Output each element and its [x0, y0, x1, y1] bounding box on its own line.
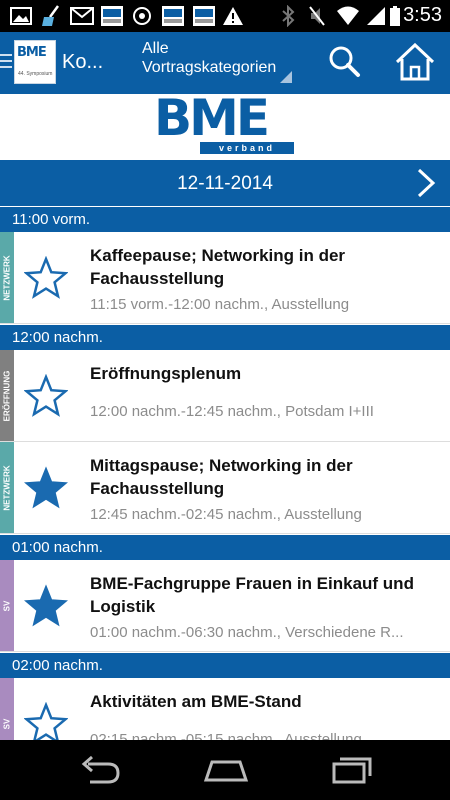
- current-date: 12-11-2014: [177, 173, 273, 194]
- search-button[interactable]: [326, 44, 362, 80]
- star-outline-icon[interactable]: [23, 701, 69, 740]
- app-notification-icon: [101, 5, 123, 27]
- pokeball-icon: [132, 5, 152, 27]
- session-title: Eröffnungsplenum: [90, 364, 242, 383]
- recent-apps-button[interactable]: [330, 754, 374, 786]
- category-tag: NETZWERK: [0, 232, 14, 323]
- time-section-header: 11:00 vorm.: [0, 206, 450, 232]
- category-tag: SV: [0, 560, 14, 651]
- session-row[interactable]: SV BME-Fachgruppe Frauen in Einkauf und L…: [0, 560, 450, 652]
- category-tag: NETZWERK: [0, 442, 14, 533]
- date-bar: 12-11-2014: [0, 160, 450, 206]
- status-bar: 3:53: [0, 0, 450, 32]
- time-section-header: 02:00 nachm.: [0, 652, 450, 678]
- brand-banner: BME verband: [0, 89, 450, 160]
- session-time-location: 01:00 nachm.-06:30 nachm., Verschiedene …: [90, 624, 404, 641]
- clock: 3:53: [403, 4, 442, 26]
- time-section-header: 01:00 nachm.: [0, 534, 450, 560]
- category-tag-label: NETZWERK: [2, 464, 12, 511]
- session-row[interactable]: NETZWERK Kaffeepause; Networking in der F…: [0, 232, 450, 324]
- broom-icon: [40, 5, 64, 27]
- home-icon: [395, 42, 435, 81]
- app-notification-icon: [162, 5, 184, 27]
- category-tag-label: NETZWERK: [2, 254, 12, 301]
- bluetooth-icon: [281, 5, 295, 27]
- category-spinner[interactable]: Alle Vortragskategorien: [142, 39, 294, 89]
- star-filled-icon[interactable]: [23, 584, 69, 628]
- session-title: BME-Fachgruppe Frauen in Einkauf und Log…: [90, 574, 414, 616]
- next-day-button[interactable]: [414, 168, 438, 198]
- star-filled-icon[interactable]: [23, 466, 69, 510]
- app-notification-icon: [193, 5, 215, 27]
- session-time-location: 12:45 nachm.-02:45 nachm., Ausstellung: [90, 506, 362, 523]
- home-nav-icon: [203, 760, 249, 782]
- session-list[interactable]: 11:00 vorm. NETZWERK Kaffeepause; Networki…: [0, 206, 450, 740]
- category-tag: SV: [0, 678, 14, 740]
- star-outline-icon[interactable]: [23, 255, 69, 300]
- search-icon: [329, 46, 360, 77]
- home-button[interactable]: [393, 40, 437, 84]
- time-section-header: 12:00 nachm.: [0, 324, 450, 350]
- signal-icon: [366, 5, 386, 27]
- action-bar: BME 44. Symposium Ko... Alle Vortragskat…: [0, 32, 450, 94]
- app-title[interactable]: Ko...: [62, 51, 103, 74]
- category-tag: ERÖFFNUNG: [0, 350, 14, 441]
- chevron-right-icon: [417, 168, 436, 198]
- session-title: Mittagspause; Networking in der Fachauss…: [90, 456, 353, 498]
- mute-icon: [308, 5, 326, 27]
- dropdown-corner-icon: [280, 71, 292, 83]
- category-tag-label: SV: [2, 600, 12, 611]
- star-outline-icon[interactable]: [23, 373, 69, 418]
- session-time-location: 11:15 vorm.-12:00 nachm., Ausstellung: [90, 296, 350, 313]
- session-time-location: 02:15 nachm.-05:15 nachm., Ausstellung: [90, 731, 362, 740]
- category-tag-label: SV: [2, 718, 12, 729]
- app-logo[interactable]: BME 44. Symposium: [14, 40, 56, 84]
- bme-logo: BME verband: [154, 89, 294, 156]
- battery-icon: [390, 5, 400, 27]
- back-icon: [81, 755, 120, 784]
- category-label: Alle Vortragskategorien: [142, 40, 277, 76]
- wifi-icon: [336, 5, 360, 27]
- session-title: Kaffeepause; Networking in der Fachausst…: [90, 246, 346, 288]
- back-button[interactable]: [78, 754, 122, 786]
- image-icon: [10, 5, 32, 27]
- session-time-location: 12:00 nachm.-12:45 nachm., Potsdam I+III: [90, 403, 374, 420]
- session-title: Aktivitäten am BME-Stand: [90, 692, 302, 711]
- home-nav-button[interactable]: [202, 754, 250, 786]
- navigation-bar: [0, 740, 450, 800]
- session-row[interactable]: NETZWERK Mittagspause; Networking in der …: [0, 442, 450, 534]
- drawer-toggle-icon[interactable]: [0, 54, 12, 70]
- mail-icon: [70, 5, 94, 27]
- session-row[interactable]: SV Aktivitäten am BME-Stand 02:15 nachm.-0…: [0, 678, 450, 740]
- session-row[interactable]: ERÖFFNUNG Eröffnungsplenum 12:00 nachm.-12…: [0, 350, 450, 442]
- category-tag-label: ERÖFFNUNG: [2, 370, 12, 421]
- warning-icon: [222, 5, 244, 27]
- recent-apps-icon: [332, 757, 372, 784]
